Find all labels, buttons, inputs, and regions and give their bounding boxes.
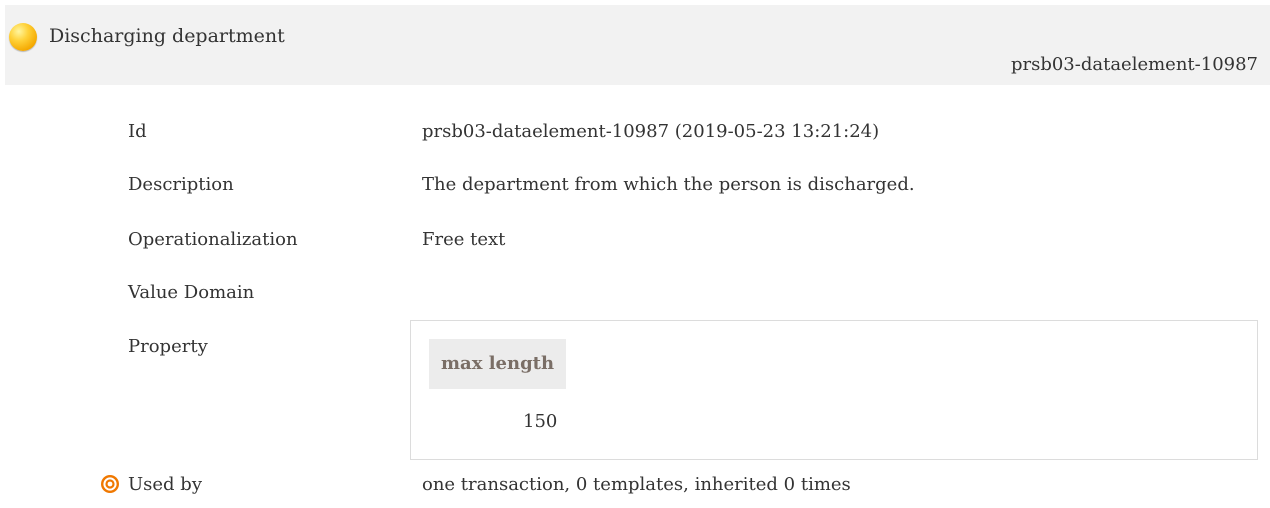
property-label: Property — [128, 336, 208, 357]
used-by-value: one transaction, 0 templates, inherited … — [422, 474, 851, 495]
max-length-value: 150 — [523, 411, 558, 432]
property-table: max length 150 — [410, 320, 1258, 460]
target-icon[interactable] — [100, 474, 120, 494]
operationalization-value: Free text — [422, 229, 506, 250]
status-dot-icon — [9, 23, 37, 51]
element-header: Discharging department prsb03-dataelemen… — [5, 5, 1270, 85]
max-length-header: max length — [429, 339, 567, 389]
description-label: Description — [128, 174, 234, 195]
operationalization-label: Operationalization — [128, 229, 298, 250]
value-domain-label: Value Domain — [128, 282, 255, 303]
description-value: The department from which the person is … — [422, 174, 915, 195]
element-title: Discharging department — [49, 25, 285, 47]
used-by-label: Used by — [128, 474, 202, 495]
element-ref-id: prsb03-dataelement-10987 — [1010, 54, 1258, 75]
id-value: prsb03-dataelement-10987 (2019-05-23 13:… — [422, 121, 880, 142]
id-label: Id — [128, 121, 147, 142]
